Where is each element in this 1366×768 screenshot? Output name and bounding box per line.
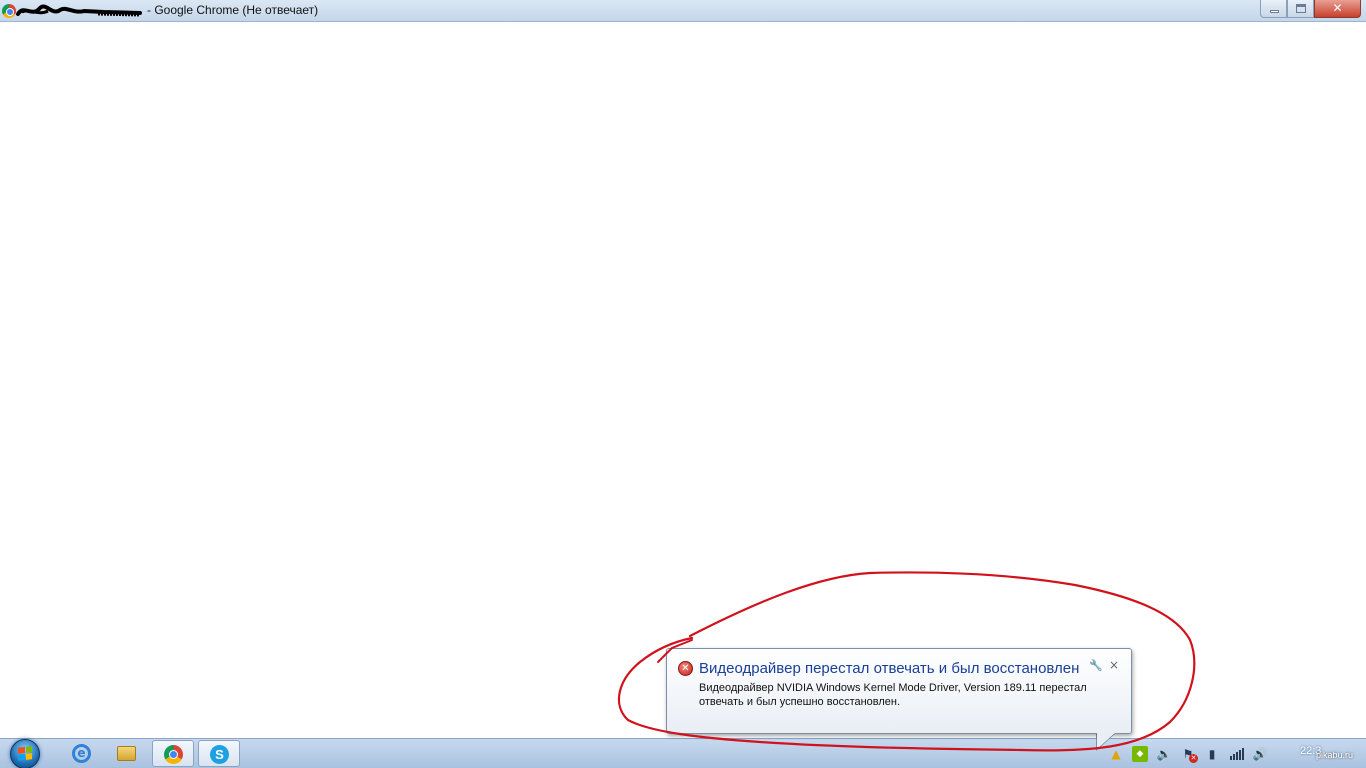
- maximize-button[interactable]: [1287, 0, 1314, 18]
- page-content-area: [0, 22, 1366, 738]
- taskbar-explorer[interactable]: [106, 740, 148, 767]
- driver-recovered-notification[interactable]: ✕ Видеодрайвер перестал отвечать и был в…: [666, 648, 1132, 734]
- error-badge-icon: ✕: [1189, 754, 1198, 763]
- nvidia-tray-icon[interactable]: ◆: [1132, 746, 1148, 762]
- skype-icon: S: [210, 745, 229, 764]
- action-center-flag-icon[interactable]: ⚑ ✕: [1180, 746, 1198, 763]
- taskbar-chrome[interactable]: [152, 740, 194, 767]
- redacted-title-scribble: [16, 4, 142, 17]
- notification-title: Видеодрайвер перестал отвечать и был вос…: [699, 660, 1080, 677]
- close-icon: ✕: [1332, 1, 1343, 15]
- close-window-button[interactable]: ✕: [1314, 0, 1361, 18]
- folder-icon: [117, 746, 136, 761]
- minimize-icon: [1270, 10, 1279, 13]
- start-button[interactable]: [6, 739, 44, 768]
- volume-icon[interactable]: 🔊: [1252, 746, 1268, 762]
- settings-wrench-icon[interactable]: 🔧: [1089, 659, 1103, 673]
- windows-flag-icon: [18, 746, 32, 761]
- error-icon: ✕: [678, 661, 693, 676]
- watermark-text: pikabu.ru: [1316, 750, 1354, 760]
- taskbar-skype[interactable]: S: [198, 740, 240, 767]
- speaker-tray-icon[interactable]: 🔈: [1156, 746, 1172, 762]
- notification-body: Видеодрайвер NVIDIA Windows Kernel Mode …: [699, 682, 1087, 708]
- taskbar-internet-explorer[interactable]: e: [61, 740, 103, 767]
- balloon-tail: [1097, 733, 1115, 749]
- notification-close-button[interactable]: ×: [1107, 658, 1121, 672]
- chrome-icon: [164, 745, 183, 764]
- chrome-title-bar[interactable]: - Google Chrome (Не отвечает) ✕: [0, 0, 1366, 22]
- network-signal-icon[interactable]: [1228, 746, 1244, 762]
- minimize-button[interactable]: [1260, 0, 1287, 18]
- maximize-icon: [1296, 4, 1306, 13]
- internet-explorer-icon: e: [72, 744, 91, 763]
- power-plug-icon[interactable]: ▮: [1204, 746, 1220, 762]
- window-title: - Google Chrome (Не отвечает): [147, 3, 319, 17]
- desktop-screen: - Google Chrome (Не отвечает) ✕ e S ▲ ◆ …: [0, 0, 1366, 768]
